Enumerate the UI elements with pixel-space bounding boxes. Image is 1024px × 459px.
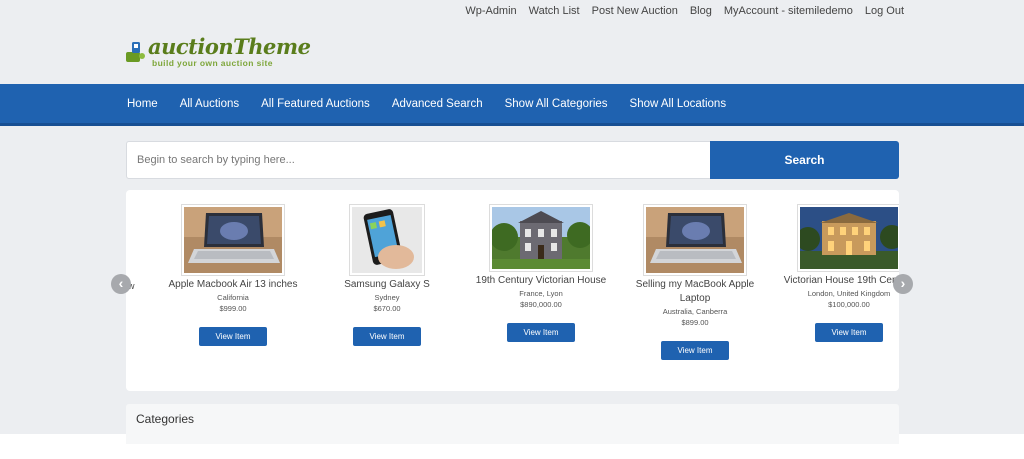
view-item-button[interactable]: View Item [815,323,883,342]
carousel-item: Samsung Galaxy S Sydney $670.00 View Ite… [312,204,462,346]
nav-advanced-search[interactable]: Advanced Search [392,98,483,110]
item-location: London, United Kingdom [807,289,891,298]
house-image[interactable] [489,204,593,272]
item-title[interactable]: Victorian House 19th Century [774,274,899,288]
item-location: France, Lyon [519,289,563,298]
site-logo[interactable]: auctionTheme build your own auction site [124,34,311,70]
phone-image[interactable] [349,204,425,276]
search-input[interactable] [126,141,710,179]
toplink-log-out[interactable]: Log Out [859,5,904,17]
laptop-image[interactable] [181,204,285,276]
carousel-track: w Apple Macbook Air 13 inches California… [126,190,899,391]
view-item-button[interactable]: View Item [199,327,267,346]
logo-title: auctionTheme [148,34,311,59]
house-image-icon [800,207,898,269]
carousel-item: Victorian House 19th Century London, Uni… [774,204,899,342]
main-nav: Home All Auctions All Featured Auctions … [127,84,748,123]
item-title[interactable]: Samsung Galaxy S [312,278,462,292]
item-price: $670.00 [373,304,401,313]
view-item-button[interactable]: View Item [507,323,575,342]
nav-all-featured-auctions[interactable]: All Featured Auctions [261,98,370,110]
search-bar: Search [126,141,899,179]
laptop-image[interactable] [643,204,747,276]
top-links: Wp-Admin Watch List Post New Auction Blo… [459,5,904,17]
item-title[interactable]: 19th Century Victorian House [466,274,616,288]
item-price: $999.00 [219,304,247,313]
item-location: Sydney [374,293,400,302]
featured-carousel: w Apple Macbook Air 13 inches California… [126,190,899,391]
carousel-item: Apple Macbook Air 13 inches California $… [158,204,308,346]
nav-show-all-locations[interactable]: Show All Locations [630,98,727,110]
item-title[interactable]: Selling my MacBook Apple Laptop [620,278,770,306]
carousel-item: Selling my MacBook Apple Laptop Australi… [620,204,770,360]
categories-title: Categories [136,412,195,426]
item-price: $100,000.00 [828,300,870,309]
item-price: $899.00 [681,318,709,327]
categories-panel: Categories [126,404,899,444]
item-price: $890,000.00 [520,300,562,309]
chevron-right-icon[interactable]: › [893,274,913,294]
nav-home[interactable]: Home [127,98,158,110]
phone-image-icon [352,207,422,273]
search-button[interactable]: Search [710,141,899,179]
item-location: California [217,293,249,302]
toplink-watch-list[interactable]: Watch List [523,5,586,17]
house-image-icon [492,207,590,269]
toplink-my-account[interactable]: MyAccount - sitemiledemo [718,5,859,17]
nav-show-all-categories[interactable]: Show All Categories [505,98,608,110]
carousel-item: 19th Century Victorian House France, Lyo… [466,204,616,342]
laptop-image-icon [646,207,744,273]
view-item-button[interactable]: View Item [661,341,729,360]
item-title[interactable]: Apple Macbook Air 13 inches [158,278,308,292]
toplink-post-new-auction[interactable]: Post New Auction [586,5,684,17]
toplink-blog[interactable]: Blog [684,5,718,17]
chevron-left-icon[interactable]: ‹ [111,274,131,294]
house-image[interactable] [797,204,899,272]
auction-logo-icon [126,42,145,62]
item-location: Australia, Canberra [662,307,728,316]
laptop-image-icon [184,207,282,273]
main-navbar: Home All Auctions All Featured Auctions … [0,84,1024,126]
view-item-button[interactable]: View Item [353,327,421,346]
toplink-wp-admin[interactable]: Wp-Admin [459,5,522,17]
logo-tagline: build your own auction site [152,58,273,68]
nav-all-auctions[interactable]: All Auctions [180,98,239,110]
